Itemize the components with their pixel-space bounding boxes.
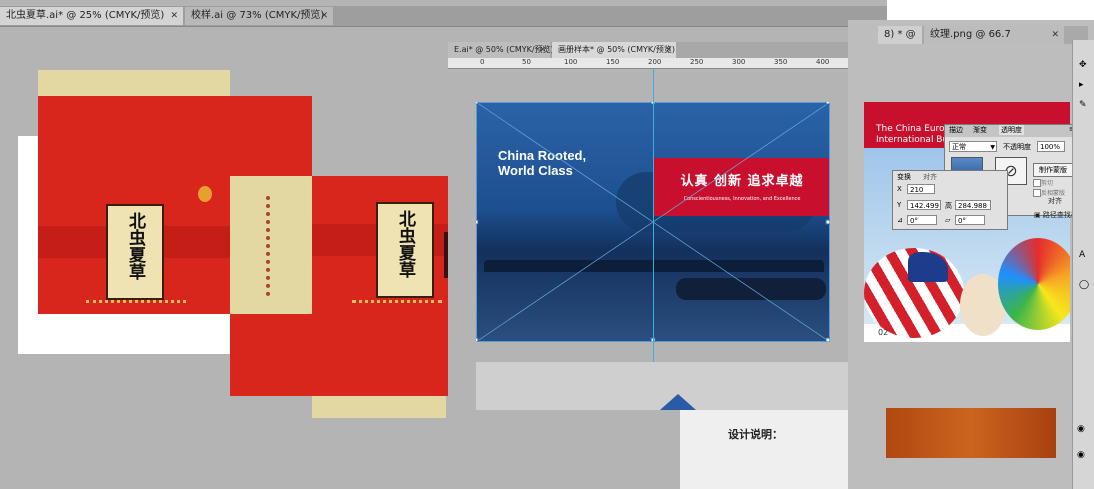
design-note-title: 设计说明： bbox=[728, 428, 783, 441]
tool-icon[interactable]: ▸ bbox=[1079, 80, 1084, 90]
close-icon[interactable]: ✕ bbox=[320, 7, 328, 25]
angle-input[interactable]: 0° bbox=[907, 215, 937, 225]
page-number: 02 bbox=[878, 328, 889, 337]
tab-texture-png[interactable]: 纹理.png @ 66.7 ✕ bbox=[924, 26, 1064, 44]
tool-icon[interactable]: ✥ bbox=[1079, 60, 1087, 70]
ruler-label: 0 bbox=[480, 58, 485, 66]
texture-image bbox=[886, 408, 1056, 458]
package-side-top bbox=[230, 96, 312, 176]
chevron-down-icon: ▼ bbox=[990, 144, 995, 151]
y-input[interactable]: 142.499 bbox=[907, 200, 941, 210]
opacity-input[interactable]: 100% bbox=[1037, 141, 1065, 152]
package-dieline[interactable]: 北虫夏草 北虫夏草 bbox=[18, 70, 450, 420]
right-tab-bar: 8) * @ 纹理.png @ 66.7 ✕ bbox=[878, 26, 1088, 44]
right-document-window: 8) * @ 纹理.png @ 66.7 ✕ The China Europ I… bbox=[848, 20, 1094, 489]
clip-checkbox[interactable] bbox=[1033, 179, 1041, 187]
close-icon[interactable]: ✕ bbox=[1051, 26, 1059, 44]
tab-e-doc[interactable]: E.ai* @ 50% (CMYK/预览) ✕ bbox=[448, 42, 554, 58]
tab-label: 8) * @ bbox=[884, 29, 916, 40]
blend-mode-select[interactable]: 正常 ▼ bbox=[949, 141, 997, 152]
tab-doc-8[interactable]: 8) * @ bbox=[878, 26, 922, 44]
dot-row bbox=[352, 300, 442, 306]
close-icon[interactable]: ✕ bbox=[539, 42, 546, 58]
product-name: 北虫夏草 bbox=[125, 212, 145, 280]
eye-icon[interactable]: ◉ bbox=[1077, 424, 1085, 434]
tab-brochure-doc[interactable]: 画册样本* @ 50% (CMYK/预览) ✕ bbox=[552, 42, 676, 58]
tab-proof-doc[interactable]: 校样.ai @ 73% (CMYK/预览) ✕ bbox=[185, 7, 333, 25]
tab-gradient[interactable]: 渐变 bbox=[973, 125, 987, 135]
shear-input[interactable]: 0° bbox=[955, 215, 985, 225]
opacity-label: 不透明度 bbox=[1003, 143, 1031, 151]
tab-label: 纹理.png @ 66.7 bbox=[930, 29, 1011, 40]
y-label: Y bbox=[897, 201, 902, 209]
blue-triangle-icon bbox=[660, 394, 696, 410]
middle-document-window: E.ai* @ 50% (CMYK/预览) ✕ 画册样本* @ 50% (CMY… bbox=[448, 42, 884, 410]
package-front-panel[interactable]: 北虫夏草 bbox=[38, 96, 230, 314]
back-tab-bar: 北虫夏草.ai* @ 25% (CMYK/预览) ✕ 校样.ai @ 73% (… bbox=[0, 6, 887, 27]
pathfinder-icon: ▣ bbox=[1034, 211, 1041, 219]
ruler-label: 100 bbox=[564, 58, 578, 66]
close-icon[interactable]: ✕ bbox=[665, 42, 672, 58]
angle-icon: ⊿ bbox=[897, 216, 903, 224]
tool-icon[interactable]: ◯ bbox=[1079, 280, 1089, 290]
ruler-label: 300 bbox=[732, 58, 746, 66]
align-dock-item[interactable]: 对齐 bbox=[1048, 196, 1062, 206]
invert-checkbox[interactable] bbox=[1033, 189, 1041, 197]
align-tab[interactable]: 对齐 bbox=[923, 172, 937, 182]
ruler-label: 250 bbox=[690, 58, 704, 66]
package-top-flap bbox=[38, 70, 230, 96]
package-side-bottom bbox=[230, 314, 312, 396]
guide-line[interactable] bbox=[653, 68, 654, 410]
logo-icon bbox=[198, 186, 212, 202]
dot-row bbox=[86, 300, 186, 306]
label-plaque: 北虫夏草 bbox=[106, 204, 164, 300]
clip-label: 剪切 bbox=[1041, 180, 1054, 187]
close-icon[interactable]: ✕ bbox=[170, 7, 178, 25]
ruler-label: 150 bbox=[606, 58, 620, 66]
x-input[interactable]: 210 bbox=[907, 184, 935, 194]
h-label: 高 bbox=[945, 202, 952, 210]
package-back-panel[interactable]: 北虫夏草 bbox=[312, 176, 450, 396]
shear-icon: ▱ bbox=[945, 216, 951, 224]
tab-package-doc[interactable]: 北虫夏草.ai* @ 25% (CMYK/预览) ✕ bbox=[0, 7, 183, 25]
make-mask-button[interactable]: 制作蒙版 bbox=[1033, 163, 1073, 177]
tab-label: 北虫夏草.ai* @ 25% (CMYK/预览) bbox=[6, 10, 165, 21]
eye-icon[interactable]: ◉ bbox=[1077, 450, 1085, 460]
tab-label: 画册样本* @ 50% (CMYK/预览) bbox=[558, 45, 675, 54]
horizontal-ruler[interactable]: 0 50 100 150 200 250 300 350 400 450 bbox=[448, 58, 884, 69]
balloon-colorful bbox=[998, 238, 1070, 330]
h-input[interactable]: 284.988 bbox=[955, 200, 991, 210]
middle-tab-bar: E.ai* @ 50% (CMYK/预览) ✕ 画册样本* @ 50% (CMY… bbox=[448, 42, 884, 58]
ruler-label: 50 bbox=[522, 58, 531, 66]
ruler-label: 350 bbox=[774, 58, 788, 66]
panel-tabs: 描边 渐变 透明度 ≡ bbox=[945, 125, 1079, 137]
package-bottom-flap bbox=[312, 396, 446, 418]
transform-tab[interactable]: 变换 bbox=[897, 172, 911, 182]
side-dots bbox=[266, 196, 274, 296]
right-tool-strip: ✥ ▸ ✎ A ◯ ◉ ◉ bbox=[1072, 40, 1094, 489]
tab-label: 校样.ai @ 73% (CMYK/预览) bbox=[191, 10, 325, 21]
ruler-label: 200 bbox=[648, 58, 662, 66]
tab-stroke[interactable]: 描边 bbox=[949, 125, 963, 135]
package-side-panel bbox=[230, 176, 312, 314]
right-doc-title: The China Europ International Bus bbox=[876, 124, 953, 145]
design-note-page: 设计说明： bbox=[680, 410, 857, 489]
tool-icon[interactable]: A bbox=[1079, 250, 1085, 260]
ruler-label: 400 bbox=[816, 58, 830, 66]
transform-panel[interactable]: 变换 对齐 X 210 Y 142.499 高 284.988 ⊿ 0° ▱ 0… bbox=[892, 170, 1008, 230]
product-name-back: 北虫夏草 bbox=[395, 210, 415, 278]
x-label: X bbox=[897, 185, 902, 193]
label-plaque: 北虫夏草 bbox=[376, 202, 434, 298]
tool-icon[interactable]: ✎ bbox=[1079, 100, 1087, 110]
tab-transparency[interactable]: 透明度 bbox=[999, 125, 1024, 135]
